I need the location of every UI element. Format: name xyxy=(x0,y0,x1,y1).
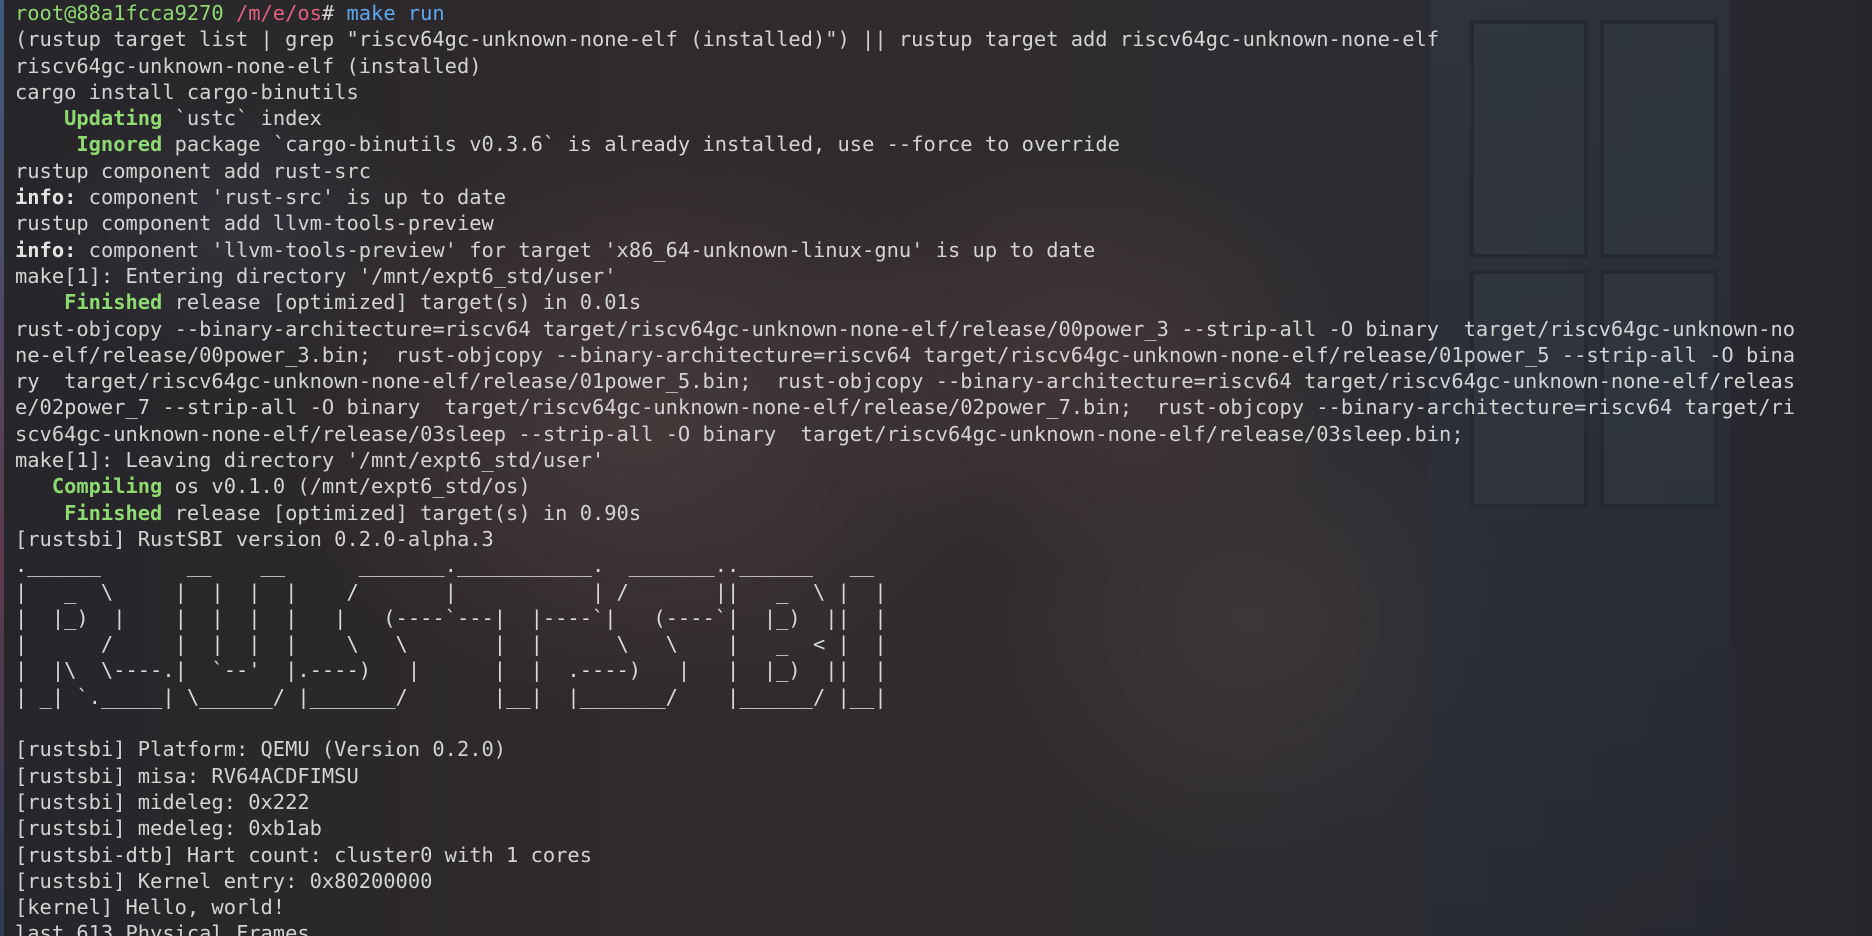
terminal-window[interactable]: root@88a1fcca9270 /m/e/os# make run (rus… xyxy=(0,0,1872,936)
line-text: component 'llvm-tools-preview' for targe… xyxy=(76,237,1096,262)
prompt-command: make run xyxy=(346,1,445,25)
line-text: package `cargo-binutils v0.3.6` is alrea… xyxy=(162,132,1120,157)
line-text: [rustsbi] Kernel entry: 0x80200000 xyxy=(15,868,433,893)
line-text: release [optimized] target(s) in 0.90s xyxy=(162,500,642,525)
line-text: [rustsbi-dtb] Hart count: cluster0 with … xyxy=(15,842,592,867)
terminal-line: [kernel] Hello, world! xyxy=(15,894,1872,920)
line-text: scv64gc-unknown-none-elf/release/03sleep… xyxy=(15,421,1464,446)
ascii-logo-line xyxy=(15,710,1872,736)
terminal-line: [rustsbi] medeleg: 0xb1ab xyxy=(15,815,1872,841)
terminal-line: Ignored package `cargo-binutils v0.3.6` … xyxy=(15,131,1872,157)
terminal-line: [rustsbi-dtb] Hart count: cluster0 with … xyxy=(15,842,1872,868)
line-text: os v0.1.0 (/mnt/expt6_std/os) xyxy=(162,474,531,499)
terminal-line: ne-elf/release/00power_3.bin; rust-objco… xyxy=(15,342,1872,368)
terminal-line: ry target/riscv64gc-unknown-none-elf/rel… xyxy=(15,368,1872,394)
terminal-line: rustup component add rust-src xyxy=(15,158,1872,184)
line-text: [rustsbi] medeleg: 0xb1ab xyxy=(15,816,322,841)
line-text: (rustup target list | grep "riscv64gc-un… xyxy=(15,27,1440,52)
terminal-line: info: component 'llvm-tools-preview' for… xyxy=(15,237,1872,263)
rustsbi-ascii-logo: .______ __ __ _______.___________. _____… xyxy=(15,552,1872,736)
line-text: [rustsbi] mideleg: 0x222 xyxy=(15,789,310,814)
line-text: make[1]: Leaving directory '/mnt/expt6_s… xyxy=(15,448,605,473)
terminal-line: Finished release [optimized] target(s) i… xyxy=(15,289,1872,315)
terminal-output: (rustup target list | grep "riscv64gc-un… xyxy=(15,26,1872,552)
terminal-line: info: component 'rust-src' is up to date xyxy=(15,184,1872,210)
terminal-line: rustup component add llvm-tools-preview xyxy=(15,210,1872,236)
line-text: cargo install cargo-binutils xyxy=(15,79,359,104)
cargo-status-label: Updating xyxy=(15,106,163,131)
terminal-line: rust-objcopy --binary-architecture=riscv… xyxy=(15,316,1872,342)
line-text: rust-objcopy --binary-architecture=riscv… xyxy=(15,316,1796,341)
cargo-status-label: Finished xyxy=(15,290,163,315)
terminal-line: e/02power_7 --strip-all -O binary target… xyxy=(15,394,1872,420)
terminal-line: [rustsbi] Kernel entry: 0x80200000 xyxy=(15,868,1872,894)
terminal-line: [rustsbi] RustSBI version 0.2.0-alpha.3 xyxy=(15,526,1872,552)
line-text: [rustsbi] Platform: QEMU (Version 0.2.0) xyxy=(15,737,507,762)
line-text: riscv64gc-unknown-none-elf (installed) xyxy=(15,53,482,78)
ascii-logo-line: | |\ \----.| `--' |.----) | | | .----) |… xyxy=(15,658,887,683)
terminal-line: cargo install cargo-binutils xyxy=(15,79,1872,105)
ascii-logo-line: | _ \ | | | | / | | / || _ \ | | xyxy=(15,579,887,604)
terminal-line: Finished release [optimized] target(s) i… xyxy=(15,500,1872,526)
ascii-logo-line: | |_) | | | | | | (----`---| |----`| (--… xyxy=(15,605,887,630)
terminal-line: scv64gc-unknown-none-elf/release/03sleep… xyxy=(15,421,1872,447)
terminal-line: Updating `ustc` index xyxy=(15,105,1872,131)
line-text: [rustsbi] misa: RV64ACDFIMSU xyxy=(15,763,359,788)
ascii-logo-line: | / | | | | \ \ | | \ \ | _ < | | xyxy=(15,632,887,657)
terminal-line: [rustsbi] mideleg: 0x222 xyxy=(15,789,1872,815)
line-text: ne-elf/release/00power_3.bin; rust-objco… xyxy=(15,342,1796,367)
terminal-line: last 613 Physical Frames. xyxy=(15,920,1872,936)
terminal-line: make[1]: Leaving directory '/mnt/expt6_s… xyxy=(15,447,1872,473)
line-text: [kernel] Hello, world! xyxy=(15,895,286,920)
cargo-status-label: Compiling xyxy=(15,474,163,499)
prompt-symbol: # xyxy=(321,1,347,25)
line-text: rustup component add rust-src xyxy=(15,158,372,183)
info-label: info: xyxy=(15,185,77,210)
line-text: component 'rust-src' is up to date xyxy=(76,185,507,210)
line-text: rustup component add llvm-tools-preview xyxy=(15,211,494,236)
terminal-line: [rustsbi] misa: RV64ACDFIMSU xyxy=(15,763,1872,789)
prompt-path: /m/e/os xyxy=(223,1,322,25)
terminal-line: riscv64gc-unknown-none-elf (installed) xyxy=(15,53,1872,79)
line-text: last 613 Physical Frames. xyxy=(15,921,322,936)
line-text: make[1]: Entering directory '/mnt/expt6_… xyxy=(15,263,617,288)
terminal-line: make[1]: Entering directory '/mnt/expt6_… xyxy=(15,263,1872,289)
terminal-line: Compiling os v0.1.0 (/mnt/expt6_std/os) xyxy=(15,473,1872,499)
line-text: release [optimized] target(s) in 0.01s xyxy=(162,290,642,315)
cargo-status-label: Finished xyxy=(15,500,163,525)
line-text: `ustc` index xyxy=(162,106,322,131)
terminal-output-tail: [rustsbi] Platform: QEMU (Version 0.2.0)… xyxy=(15,736,1872,936)
ascii-logo-line: | _| `._____| \______/ |_______/ |__| |_… xyxy=(15,684,887,709)
info-label: info: xyxy=(15,237,77,262)
cargo-status-label: Ignored xyxy=(15,132,163,157)
line-text: [rustsbi] RustSBI version 0.2.0-alpha.3 xyxy=(15,526,494,551)
terminal-line: [rustsbi] Platform: QEMU (Version 0.2.0) xyxy=(15,736,1872,762)
prompt-user-host: root@88a1fcca9270 xyxy=(15,1,224,25)
line-text: e/02power_7 --strip-all -O binary target… xyxy=(15,395,1796,420)
terminal-line: (rustup target list | grep "riscv64gc-un… xyxy=(15,26,1872,52)
prompt-line: root@88a1fcca9270 /m/e/os# make run xyxy=(15,0,1872,26)
line-text: ry target/riscv64gc-unknown-none-elf/rel… xyxy=(15,369,1796,394)
ascii-logo-line: .______ __ __ _______.___________. _____… xyxy=(15,553,875,578)
